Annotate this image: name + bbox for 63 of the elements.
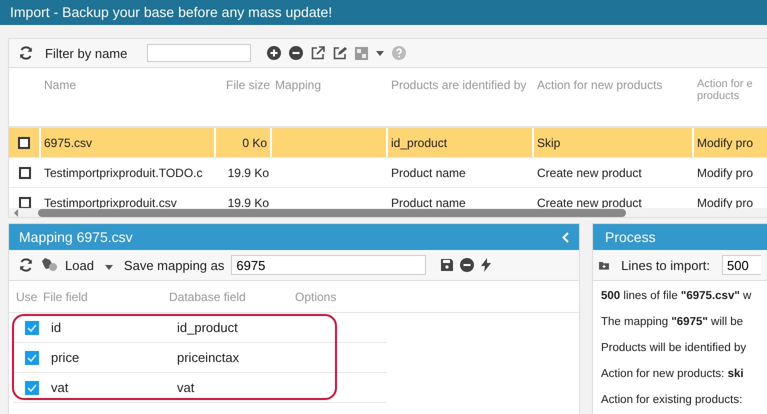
caret-icon[interactable] [376,50,384,56]
refresh-icon[interactable] [19,46,33,60]
save-icon[interactable] [441,259,454,271]
table-cell: 0 Ko [242,136,267,150]
table-cell: Create new product [537,196,642,210]
process-message: Action for existing products: [601,394,742,406]
caret-icon[interactable] [104,264,113,270]
lines-label: Lines to import: [621,258,710,272]
table-cell: id_product [391,136,448,150]
edit-icon[interactable] [333,46,348,60]
column-header: Database field [169,290,247,304]
refresh-icon[interactable] [19,258,33,272]
remove-icon[interactable] [289,46,304,60]
add-icon[interactable] [267,46,282,60]
table-cell: Modify pro [697,196,754,210]
table-cell-text: price [51,350,80,365]
table-cell: 19.9 Ko [228,166,269,180]
table-cell: 19.9 Ko [228,196,269,210]
table-cell-text: id [51,320,62,335]
bolt-icon[interactable] [481,258,492,272]
table-cell: Create new product [537,166,642,180]
load-button[interactable]: Load [65,258,94,272]
checkbox[interactable] [25,380,39,394]
column-header: Options [295,290,338,304]
column-header: Use [16,290,38,304]
table-cell-text: vat [51,380,70,395]
save-mapping-label: Save mapping as [124,258,224,272]
table-cell: vat [177,380,194,395]
checkbox[interactable] [25,320,39,334]
collapse-icon[interactable] [562,232,569,242]
panel-title: Process [605,229,656,245]
filter-label: Filter by name [45,46,128,60]
process-message: 500 lines of file "6975.csv" w [601,290,752,302]
panel-title: Mapping 6975.csv [19,229,133,245]
table-cell: id_product [177,320,238,335]
process-message: Products will be identified by [601,342,746,354]
external-link-icon[interactable] [311,46,326,60]
column-header: File field [43,290,89,304]
table-cell: Product name [391,196,466,210]
remove-icon[interactable] [460,258,474,272]
file-row[interactable]: 6975.csv 0 Ko id_product Skip Modify pro [9,128,767,158]
table-cell: Product name [391,166,466,180]
table-cell: Testimportprixproduit.csv [44,196,177,210]
checkbox[interactable] [25,350,39,364]
checkbox[interactable] [18,136,30,148]
checkbox[interactable] [19,196,31,208]
process-message: Action for new products: ski [601,368,744,380]
table-cell: 6975.csv [44,136,92,150]
table-cell: Modify pro [697,136,754,150]
mapping-name-input[interactable]: 6975 [231,255,426,275]
filter-input[interactable] [147,44,252,62]
table-cell: Modify pro [697,166,754,180]
horizontal-scrollbar[interactable] [9,208,767,217]
file-row[interactable]: Testimportprixproduit.TODO.c 19.9 Ko Product name Create new product Modify pro [9,158,767,188]
table-cell: priceinctax [177,350,240,365]
window-title: Import - Backup your base before any mass update! [9,3,334,22]
process-message: The mapping "6975" will be [601,316,743,328]
columns-icon[interactable] [355,46,368,60]
checkbox[interactable] [19,166,31,178]
table-cell: Skip [537,136,560,150]
lines-input[interactable]: 500 [722,255,761,275]
table-cell: Testimportprixproduit.TODO.c [44,166,202,180]
load-icon[interactable] [40,258,58,272]
